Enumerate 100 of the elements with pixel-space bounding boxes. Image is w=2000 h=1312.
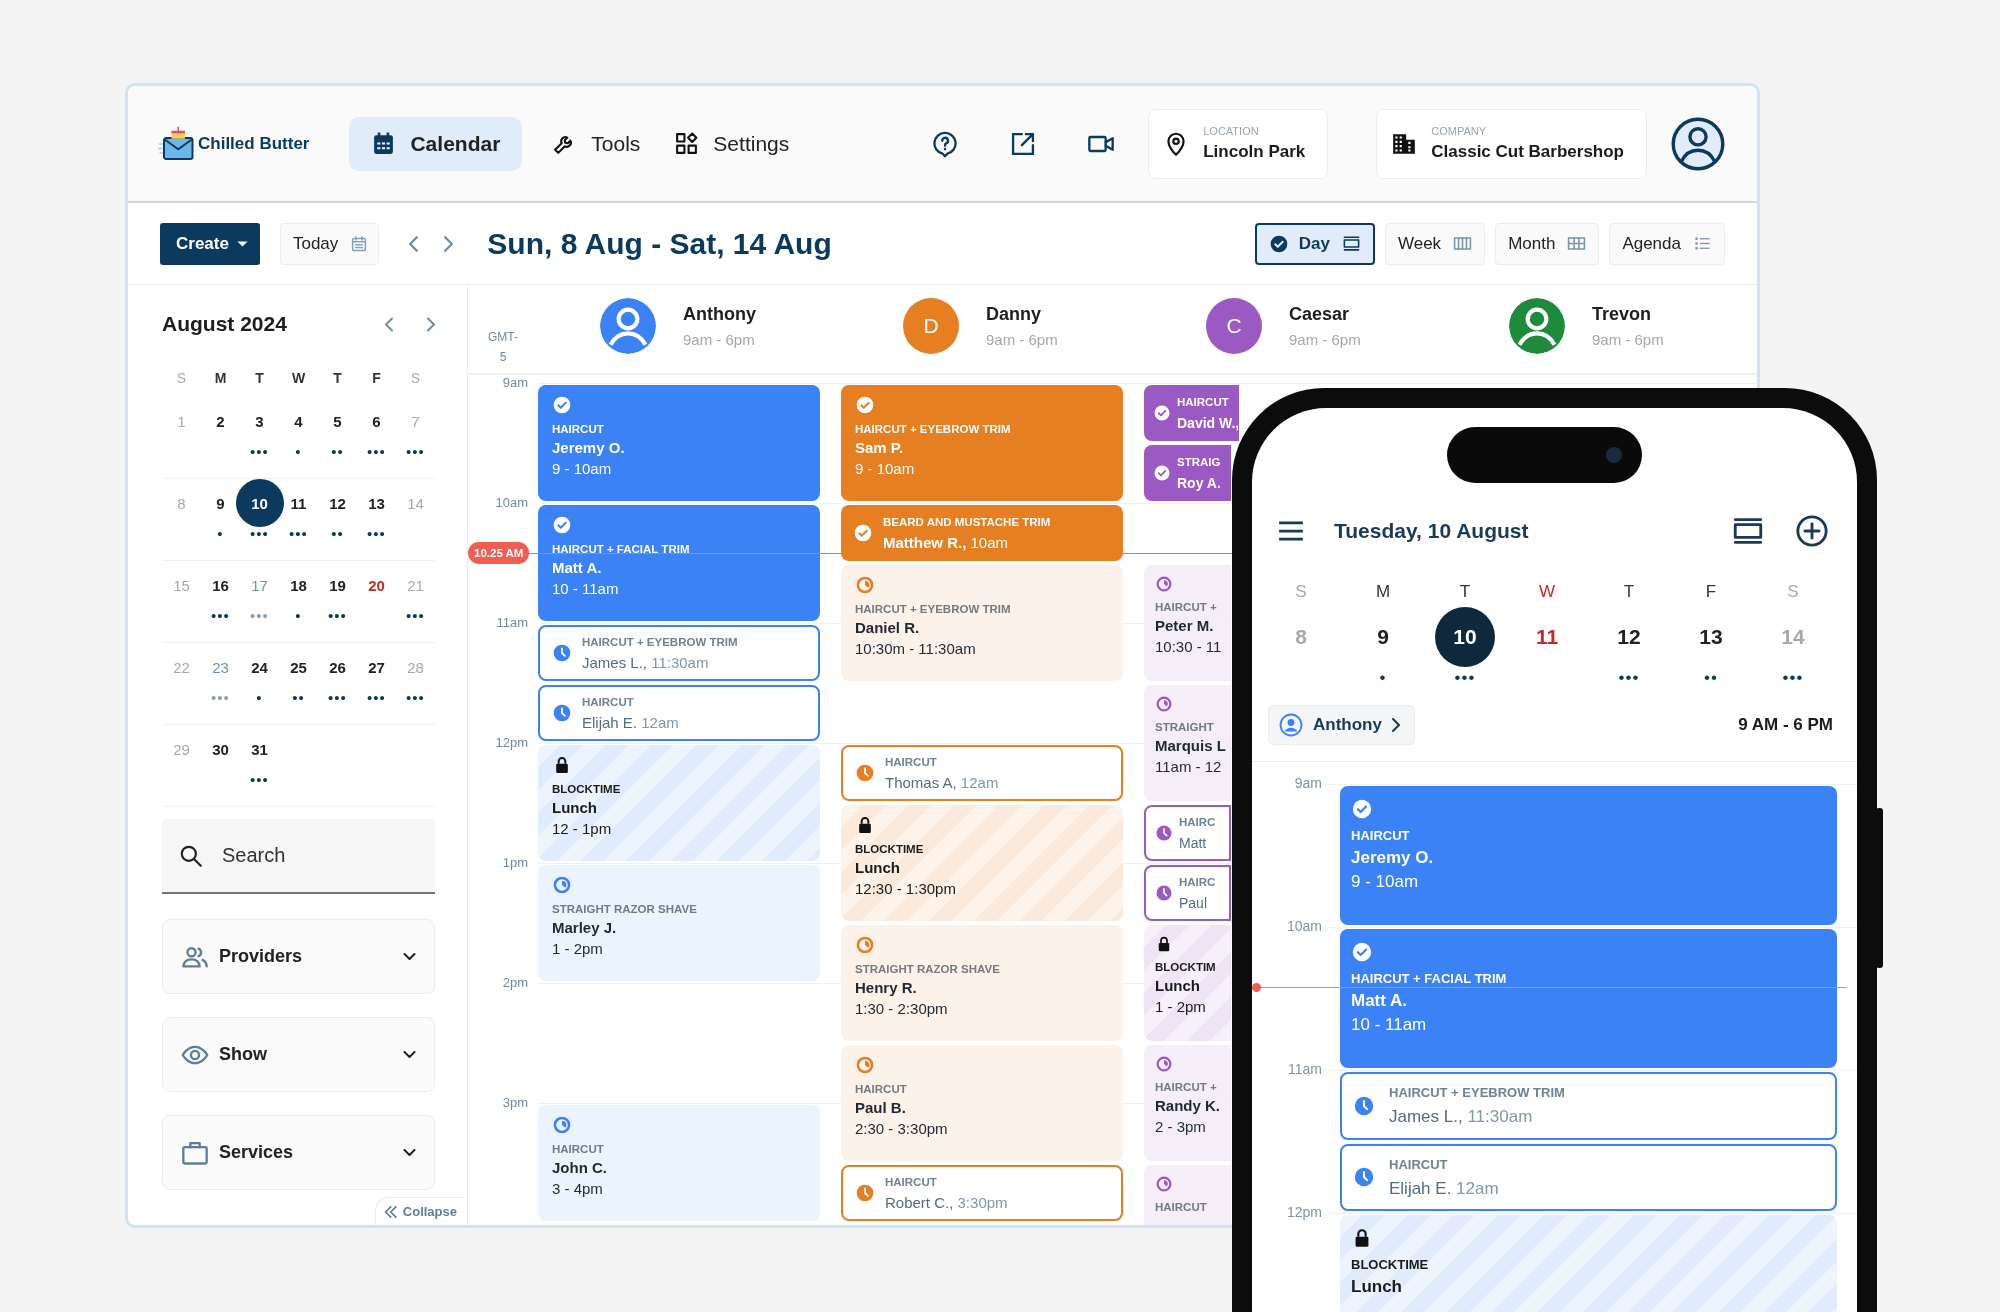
help-icon[interactable] [931, 129, 960, 158]
nav-tab[interactable]: Settings [670, 116, 794, 171]
appointment-card[interactable]: HAIRCUT + EYEBROW TRIM James L., 11:30am [1340, 1072, 1837, 1140]
calendar-day[interactable]: 13 [1681, 607, 1741, 667]
calendar-day[interactable]: 11 [284, 479, 313, 527]
create-button[interactable]: Create [160, 222, 260, 265]
user-avatar[interactable] [1671, 116, 1725, 171]
appointment-time: 12 - 1pm [552, 819, 612, 839]
service-label: HAIRCUT + [1155, 1080, 1217, 1095]
calendar-day[interactable]: 11 [1517, 607, 1577, 667]
appointment-time: 1:30 - 2:30pm [855, 999, 948, 1019]
nav-tab[interactable]: Tools [548, 116, 645, 171]
appointment-card[interactable]: HAIRCUT + FACIAL TRIM Matt A. 10 - 11am [1340, 929, 1837, 1068]
event-dots: ••• [406, 691, 425, 705]
appointment-time: 10:30 - 11 [1155, 637, 1222, 657]
calendar-day[interactable]: 19 [323, 561, 352, 609]
calendar-day[interactable]: 13 [362, 479, 391, 527]
working-hours: 9am - 6pm [683, 331, 756, 348]
appointment-card[interactable]: STRAIGHT Marquis L 11am - 12 [1144, 685, 1231, 801]
hour-label: 9am [1293, 775, 1322, 791]
appointment-card[interactable]: HAIRCUT Paul B. 2:30 - 3:30pm [841, 1045, 1123, 1161]
appointment-card[interactable]: HAIRCUT + EYEBROW TRIM James L., 11:30am [538, 625, 820, 681]
clock-icon [855, 1183, 875, 1203]
calendar-day[interactable]: 24 [245, 643, 274, 691]
client-name: Jeremy O. [552, 438, 625, 458]
calendar-day[interactable]: 31 [245, 725, 274, 773]
appointment-card[interactable]: HAIRCUT Jeremy O. 9 - 10am [1340, 786, 1837, 925]
calendar-day[interactable]: 4 [284, 397, 313, 445]
weekday-label: W [1538, 581, 1555, 603]
appointment-card[interactable]: STRAIG Roy A. [1144, 445, 1231, 501]
event-dots: •• [331, 445, 344, 459]
appointment-card[interactable]: HAIRCUT Robert C., 3:30pm [841, 1165, 1123, 1221]
appointment-card[interactable]: HAIRCUT Elijah E. 12am [538, 685, 820, 741]
add-icon[interactable] [1795, 514, 1829, 548]
weekday-label: T [333, 370, 342, 386]
filter-dropdown[interactable]: Services [162, 1115, 435, 1190]
calendar-day[interactable]: 23 [206, 643, 235, 691]
check-circle-icon [1351, 798, 1373, 820]
appointment-card[interactable]: STRAIGHT RAZOR SHAVE Marley J. 1 - 2pm [538, 865, 820, 981]
view-tab[interactable]: Month [1495, 222, 1600, 265]
calendar-day[interactable]: 6 [362, 397, 391, 445]
calendar-day[interactable]: 10 [1435, 607, 1495, 667]
collapse-button[interactable]: Collapse [374, 1197, 465, 1225]
appointment-card[interactable]: HAIRCUT + EYEBROW TRIM Daniel R. 10:30m - 11:30am [841, 565, 1123, 681]
avatar: C [1206, 298, 1262, 354]
calendar-day[interactable]: 12 [323, 479, 352, 527]
filter-dropdown[interactable]: Providers [162, 919, 435, 994]
calendar-day[interactable]: 20 [362, 561, 391, 609]
search-input[interactable]: Search [220, 843, 404, 868]
camera-lens-icon [1606, 447, 1622, 463]
today-button[interactable]: Today [279, 222, 380, 265]
calendar-day[interactable]: 16 [206, 561, 235, 609]
filter-dropdown[interactable]: Show [162, 1017, 435, 1092]
calendar-day[interactable]: 9 [206, 479, 235, 527]
working-hours: 9am - 6pm [1592, 331, 1664, 348]
calendar-day[interactable]: 25 [284, 643, 313, 691]
company-selector[interactable]: COMPANY Classic Cut Barbershop [1376, 108, 1647, 179]
provider-selector[interactable]: Anthony [1268, 705, 1415, 745]
appointment-card[interactable]: HAIRCUT Thomas A, 12am [841, 745, 1123, 801]
appointment-card[interactable]: HAIRCUT John C. 3 - 4pm [538, 1105, 820, 1221]
view-tab[interactable]: Week [1384, 222, 1486, 265]
nav-tab[interactable]: Calendar [349, 116, 523, 171]
calendar-day[interactable]: 10 [235, 479, 284, 527]
appointment-card[interactable]: HAIRCUT [1144, 1165, 1231, 1225]
view-tab[interactable]: Day [1254, 222, 1375, 265]
service-label: HAIRCUT [1155, 1200, 1207, 1215]
calendar-day[interactable]: 27 [362, 643, 391, 691]
chevron-left-icon[interactable] [385, 316, 393, 332]
location-selector[interactable]: LOCATION Lincoln Park [1148, 108, 1329, 179]
chevron-right-icon[interactable] [427, 316, 435, 332]
blocktime-card[interactable]: BLOCKTIME Lunch 12 - 1pm [538, 745, 820, 861]
appointment-card[interactable]: HAIRCUT + Randy K. 2 - 3pm [1144, 1045, 1231, 1161]
chevron-right-icon[interactable] [444, 235, 454, 252]
appointment-card[interactable]: HAIRC Paul [1144, 865, 1231, 921]
location-name: Lincoln Park [1203, 142, 1306, 162]
appointment-card[interactable]: HAIRCUT + Peter M. 10:30 - 11 [1144, 565, 1231, 681]
calendar-day[interactable]: 3 [245, 397, 274, 445]
calendar-day[interactable]: 30 [206, 725, 235, 773]
chevron-left-icon[interactable] [409, 235, 419, 252]
calendar-day[interactable]: 9 [1353, 607, 1413, 667]
calendar-day[interactable]: 12 [1599, 607, 1659, 667]
appointment-card[interactable]: HAIRCUT Jeremy O. 9 - 10am [538, 385, 820, 501]
calendar-day[interactable]: 5 [323, 397, 352, 445]
company-name: Classic Cut Barbershop [1431, 142, 1624, 162]
blocktime-card[interactable]: BLOCKTIME Lunch [1340, 1215, 1837, 1312]
calendar-day[interactable]: 26 [323, 643, 352, 691]
appointment-time: 2:30 - 3:30pm [855, 1119, 948, 1139]
appointment-card[interactable]: STRAIGHT RAZOR SHAVE Henry R. 1:30 - 2:30pm [841, 925, 1123, 1041]
appointment-card[interactable]: HAIRC Matt [1144, 805, 1231, 861]
appointment-card[interactable]: HAIRCUT David W., [1144, 385, 1239, 441]
search-field[interactable]: Search [162, 819, 435, 894]
calendar-day[interactable]: 2 [206, 397, 235, 445]
view-tab[interactable]: Agenda [1609, 222, 1725, 265]
service-label: BLOCKTIME [552, 782, 621, 797]
client-name: Lunch [855, 858, 900, 878]
appointment-card[interactable]: HAIRCUT Elijah E. 12am [1340, 1143, 1837, 1211]
blocktime-card[interactable]: BLOCKTIM Lunch 1 - 2pm [1144, 925, 1231, 1041]
appointment-card[interactable]: HAIRCUT + FACIAL TRIM Matt A. 10 - 11am [538, 505, 820, 621]
calendar-day[interactable]: 18 [284, 561, 313, 609]
blocktime-card[interactable]: BLOCKTIME Lunch 12:30 - 1:30pm [841, 805, 1123, 921]
